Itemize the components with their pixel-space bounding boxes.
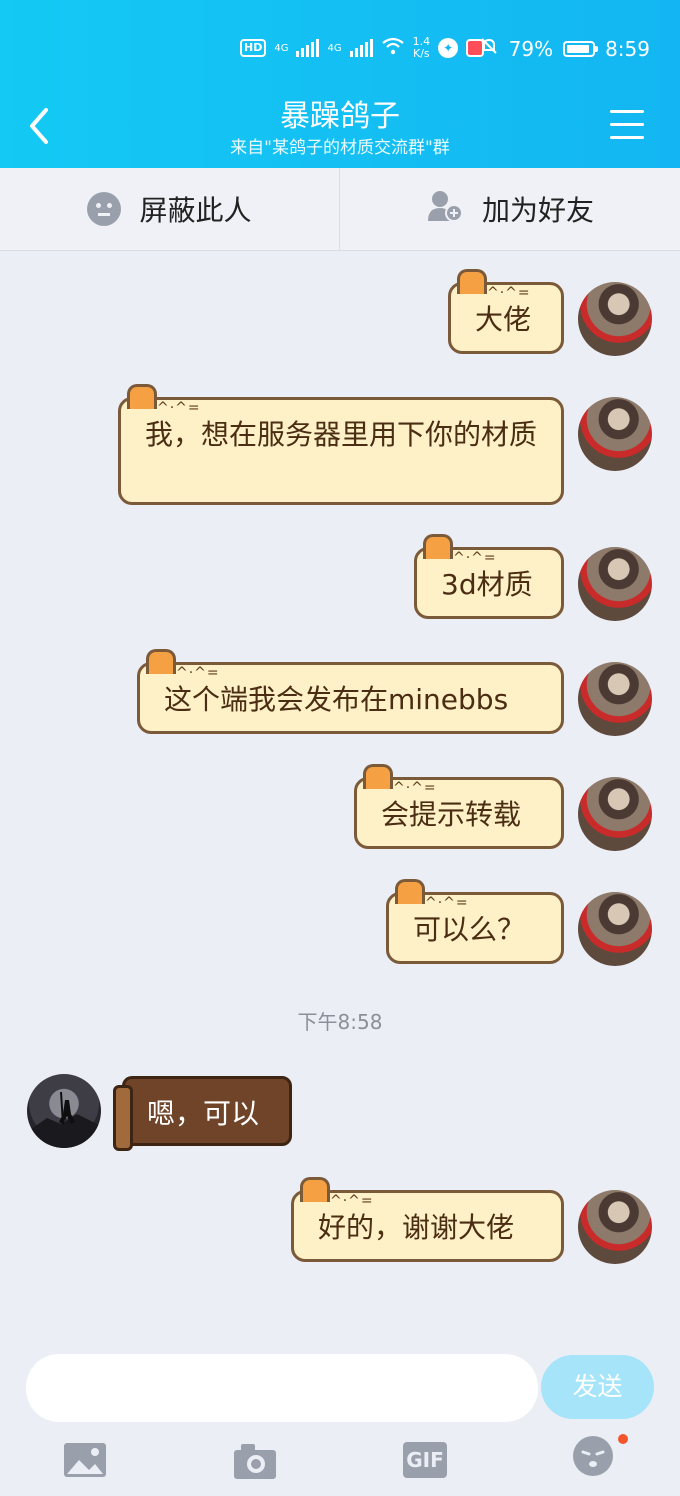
time-separator: 下午8:58 [297, 1010, 383, 1034]
my-avatar[interactable] [578, 282, 652, 356]
block-user-label: 屏蔽此人 [139, 194, 252, 227]
wifi-icon [381, 36, 405, 60]
message-input[interactable] [26, 1354, 538, 1422]
send-button[interactable]: 发送 [541, 1355, 654, 1419]
status-right: 79% 8:59 [479, 36, 650, 61]
hd-icon: HD [240, 39, 267, 57]
add-person-icon [426, 189, 464, 230]
block-user-button[interactable]: 屏蔽此人 [0, 168, 340, 250]
my-avatar[interactable] [578, 1190, 652, 1264]
message-bubble[interactable]: ^·^= 我，想在服务器里用下你的材质 [118, 384, 564, 505]
cat-ear-icon [457, 269, 487, 294]
message-text: 嗯，可以 [147, 1097, 260, 1130]
message-bubble[interactable]: ^·^= 大佬 [448, 269, 564, 354]
cat-face-icon: ^·^= [393, 780, 437, 796]
cat-ear-icon [395, 879, 425, 904]
camera-icon [234, 1444, 276, 1479]
battery-icon [563, 40, 599, 57]
battery-percent: 79% [508, 36, 554, 61]
net-speed-unit: K/s [413, 47, 430, 60]
my-avatar[interactable] [578, 892, 652, 966]
bluetooth-app-icon: ✦ [438, 38, 459, 58]
message-bubble[interactable]: ^·^= 会提示转载 [354, 764, 564, 849]
sender-avatar[interactable] [27, 1074, 101, 1148]
gif-icon: GIF [403, 1442, 447, 1478]
menu-icon-line [610, 123, 644, 126]
camera-button[interactable] [233, 1442, 277, 1480]
message-text: 我，想在服务器里用下你的材质 [145, 418, 538, 451]
chat-subtitle: 来自"某鸽子的材质交流群"群 [230, 138, 450, 158]
cat-ear-icon [127, 384, 157, 409]
chat-title: 暴躁鸽子 [280, 99, 400, 134]
status-bar: HD 4G 4G 1.4 K/s ✦ 79% 8:59 [0, 32, 680, 70]
menu-icon-line [610, 136, 644, 139]
cat-ear-icon [300, 1177, 330, 1202]
clock: 8:59 [605, 36, 650, 61]
cat-face-icon: ^·^= [176, 665, 220, 681]
cat-ear-icon [146, 649, 176, 674]
my-avatar[interactable] [578, 547, 652, 621]
cat-face-icon: ^·^= [157, 400, 201, 416]
block-face-icon [87, 192, 122, 226]
scroll-edge-icon [113, 1085, 133, 1151]
emoji-button[interactable] [573, 1436, 617, 1480]
message-bubble[interactable]: ^·^= 好的，谢谢大佬 [291, 1177, 564, 1262]
silhouette-icon [27, 1091, 101, 1148]
net-speed: 1.4 K/s [413, 36, 431, 60]
my-avatar[interactable] [578, 662, 652, 736]
status-left: HD 4G 4G 1.4 K/s ✦ [240, 36, 485, 60]
image-button[interactable] [63, 1442, 107, 1480]
my-avatar[interactable] [578, 777, 652, 851]
chat-header: HD 4G 4G 1.4 K/s ✦ 79% 8:59 暴躁鸽子 来自"某鸽子的… [0, 0, 680, 168]
signal-label-1: 4G [274, 42, 289, 54]
cat-ear-icon [423, 534, 453, 559]
gif-button[interactable]: GIF [403, 1442, 447, 1480]
signal-icon-2 [349, 39, 373, 57]
message-bubble[interactable]: ^·^= 可以么？ [386, 879, 564, 964]
add-friend-label: 加为好友 [481, 194, 594, 227]
message-bubble[interactable]: ^·^= 这个端我会发布在minebbs [137, 649, 564, 734]
my-avatar[interactable] [578, 397, 652, 471]
cat-face-icon: ^·^= [453, 550, 497, 566]
signal-label-2: 4G [327, 42, 342, 54]
action-bar: 屏蔽此人 加为好友 [0, 168, 680, 251]
notification-dot [618, 1434, 628, 1444]
message-bubble[interactable]: ^·^= 3d材质 [414, 534, 564, 619]
cat-face-icon: ^·^= [425, 895, 469, 911]
signal-icon [296, 39, 320, 57]
composer: 发送 GIF [0, 1340, 680, 1496]
mute-bell-icon [479, 36, 499, 61]
cat-face-icon: ^·^= [487, 285, 531, 301]
cat-face-icon: ^·^= [330, 1193, 374, 1209]
menu-button[interactable] [610, 110, 644, 142]
menu-icon [610, 110, 644, 113]
add-friend-button[interactable]: 加为好友 [340, 168, 680, 250]
image-icon [64, 1443, 106, 1477]
cat-ear-icon [363, 764, 393, 789]
message-bubble-received[interactable]: 嗯，可以 [113, 1076, 292, 1151]
emoji-icon [573, 1436, 613, 1476]
